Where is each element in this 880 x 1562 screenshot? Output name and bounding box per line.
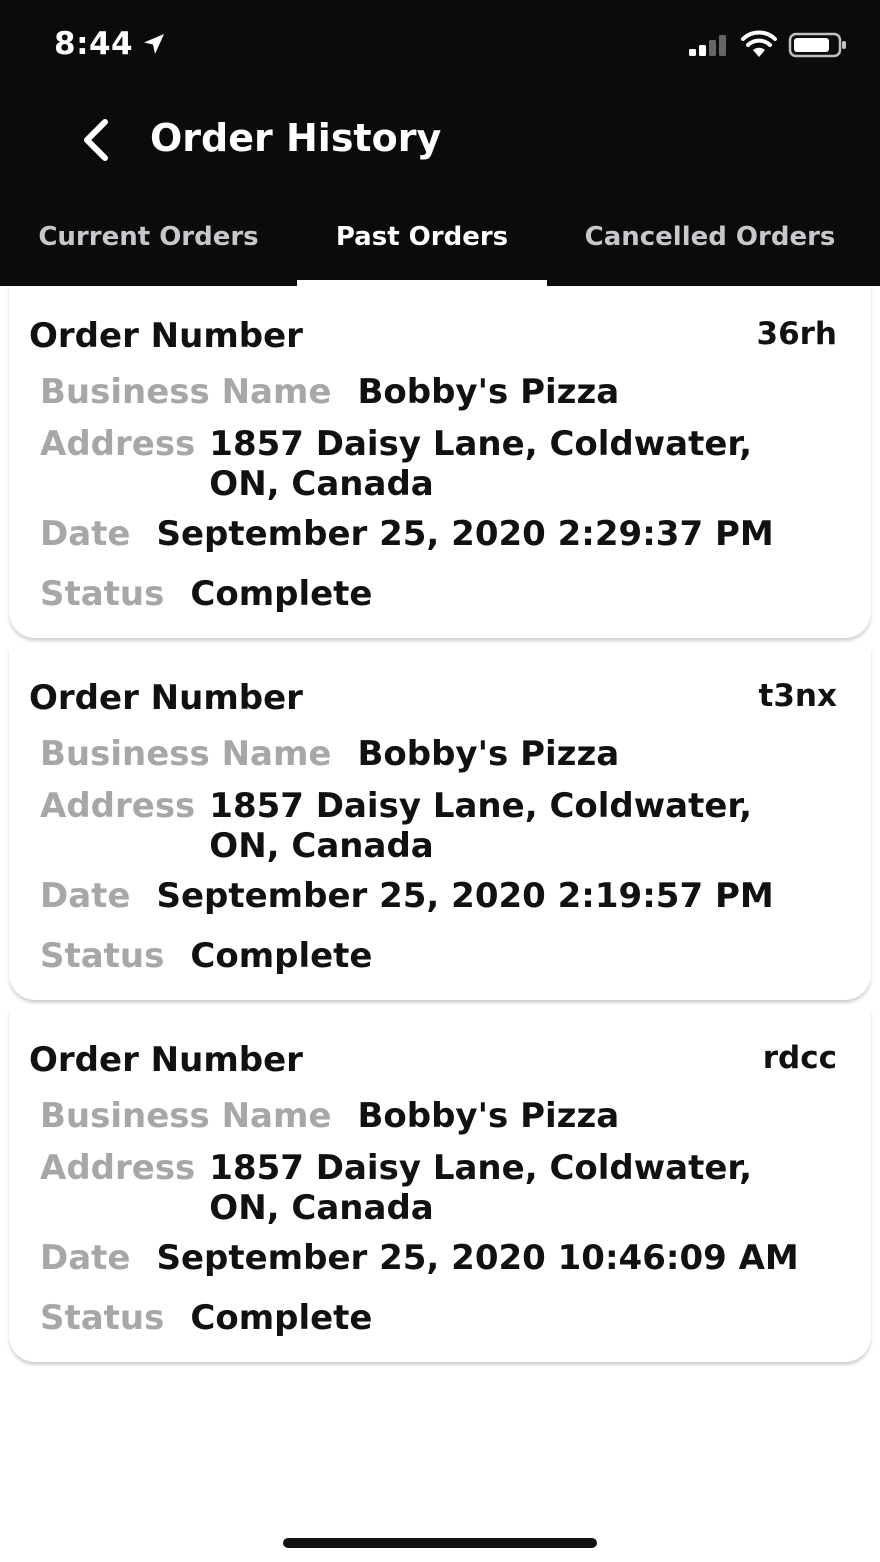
- app-header: 8:44 Order History Current Orders Past O…: [0, 0, 880, 286]
- wifi-icon: [741, 30, 777, 57]
- cellular-signal-icon: [689, 35, 726, 56]
- business-name-label: Business Name: [40, 372, 332, 412]
- order-number-label: Order Number: [29, 678, 303, 718]
- status-value: Complete: [190, 936, 373, 976]
- date-label: Date: [40, 876, 131, 916]
- order-card[interactable]: Order Number rdcc Business Name Bobby's …: [9, 1010, 871, 1362]
- order-number-value: t3nx: [758, 678, 837, 714]
- business-name-row: Business Name Bobby's Pizza: [40, 734, 619, 774]
- address-row: Address 1857 Daisy Lane, Coldwater, ON, …: [40, 424, 829, 504]
- date-label: Date: [40, 1238, 131, 1278]
- status-row: Status Complete: [40, 936, 373, 976]
- status-row: Status Complete: [40, 1298, 373, 1338]
- date-row: Date September 25, 2020 10:46:09 AM: [40, 1238, 799, 1278]
- order-card[interactable]: Order Number t3nx Business Name Bobby's …: [9, 648, 871, 1000]
- business-name-row: Business Name Bobby's Pizza: [40, 372, 619, 412]
- status-label: Status: [40, 936, 165, 976]
- order-number-value: 36rh: [756, 316, 838, 352]
- business-name-value: Bobby's Pizza: [357, 372, 620, 412]
- date-row: Date September 25, 2020 2:19:57 PM: [40, 876, 774, 916]
- date-value: September 25, 2020 2:29:37 PM: [156, 514, 774, 554]
- battery-icon: [788, 32, 846, 58]
- address-row: Address 1857 Daisy Lane, Coldwater, ON, …: [40, 1148, 829, 1228]
- date-row: Date September 25, 2020 2:29:37 PM: [40, 514, 774, 554]
- status-label: Status: [40, 1298, 165, 1338]
- address-label: Address: [40, 1148, 196, 1188]
- business-name-value: Bobby's Pizza: [357, 734, 620, 774]
- order-card[interactable]: Order Number 36rh Business Name Bobby's …: [9, 286, 871, 638]
- status-time: 8:44: [54, 26, 134, 62]
- tab-current-orders[interactable]: Current Orders: [0, 200, 297, 286]
- location-arrow-icon: [144, 34, 164, 54]
- date-label: Date: [40, 514, 131, 554]
- status-value: Complete: [190, 574, 373, 614]
- address-label: Address: [40, 424, 196, 464]
- address-value: 1857 Daisy Lane, Coldwater, ON, Canada: [209, 1148, 753, 1228]
- address-value: 1857 Daisy Lane, Coldwater, ON, Canada: [209, 786, 753, 866]
- page-title: Order History: [150, 116, 442, 160]
- business-name-value: Bobby's Pizza: [357, 1096, 620, 1136]
- status-bar: 8:44: [0, 0, 880, 90]
- address-value: 1857 Daisy Lane, Coldwater, ON, Canada: [209, 424, 753, 504]
- order-list: Order Number 36rh Business Name Bobby's …: [0, 286, 880, 1372]
- date-value: September 25, 2020 2:19:57 PM: [156, 876, 774, 916]
- back-button[interactable]: [70, 112, 120, 168]
- status-value: Complete: [190, 1298, 373, 1338]
- chevron-left-icon: [84, 119, 108, 161]
- order-tabs: Current Orders Past Orders Cancelled Ord…: [0, 200, 880, 286]
- status-row: Status Complete: [40, 574, 373, 614]
- date-value: September 25, 2020 10:46:09 AM: [156, 1238, 799, 1278]
- address-label: Address: [40, 786, 196, 826]
- business-name-row: Business Name Bobby's Pizza: [40, 1096, 619, 1136]
- status-label: Status: [40, 574, 165, 614]
- address-row: Address 1857 Daisy Lane, Coldwater, ON, …: [40, 786, 829, 866]
- tab-past-orders[interactable]: Past Orders: [297, 200, 547, 286]
- business-name-label: Business Name: [40, 1096, 332, 1136]
- order-number-value: rdcc: [762, 1040, 837, 1076]
- order-number-label: Order Number: [29, 316, 303, 356]
- order-number-label: Order Number: [29, 1040, 303, 1080]
- tab-cancelled-orders[interactable]: Cancelled Orders: [547, 200, 873, 286]
- business-name-label: Business Name: [40, 734, 332, 774]
- home-indicator: [283, 1538, 597, 1548]
